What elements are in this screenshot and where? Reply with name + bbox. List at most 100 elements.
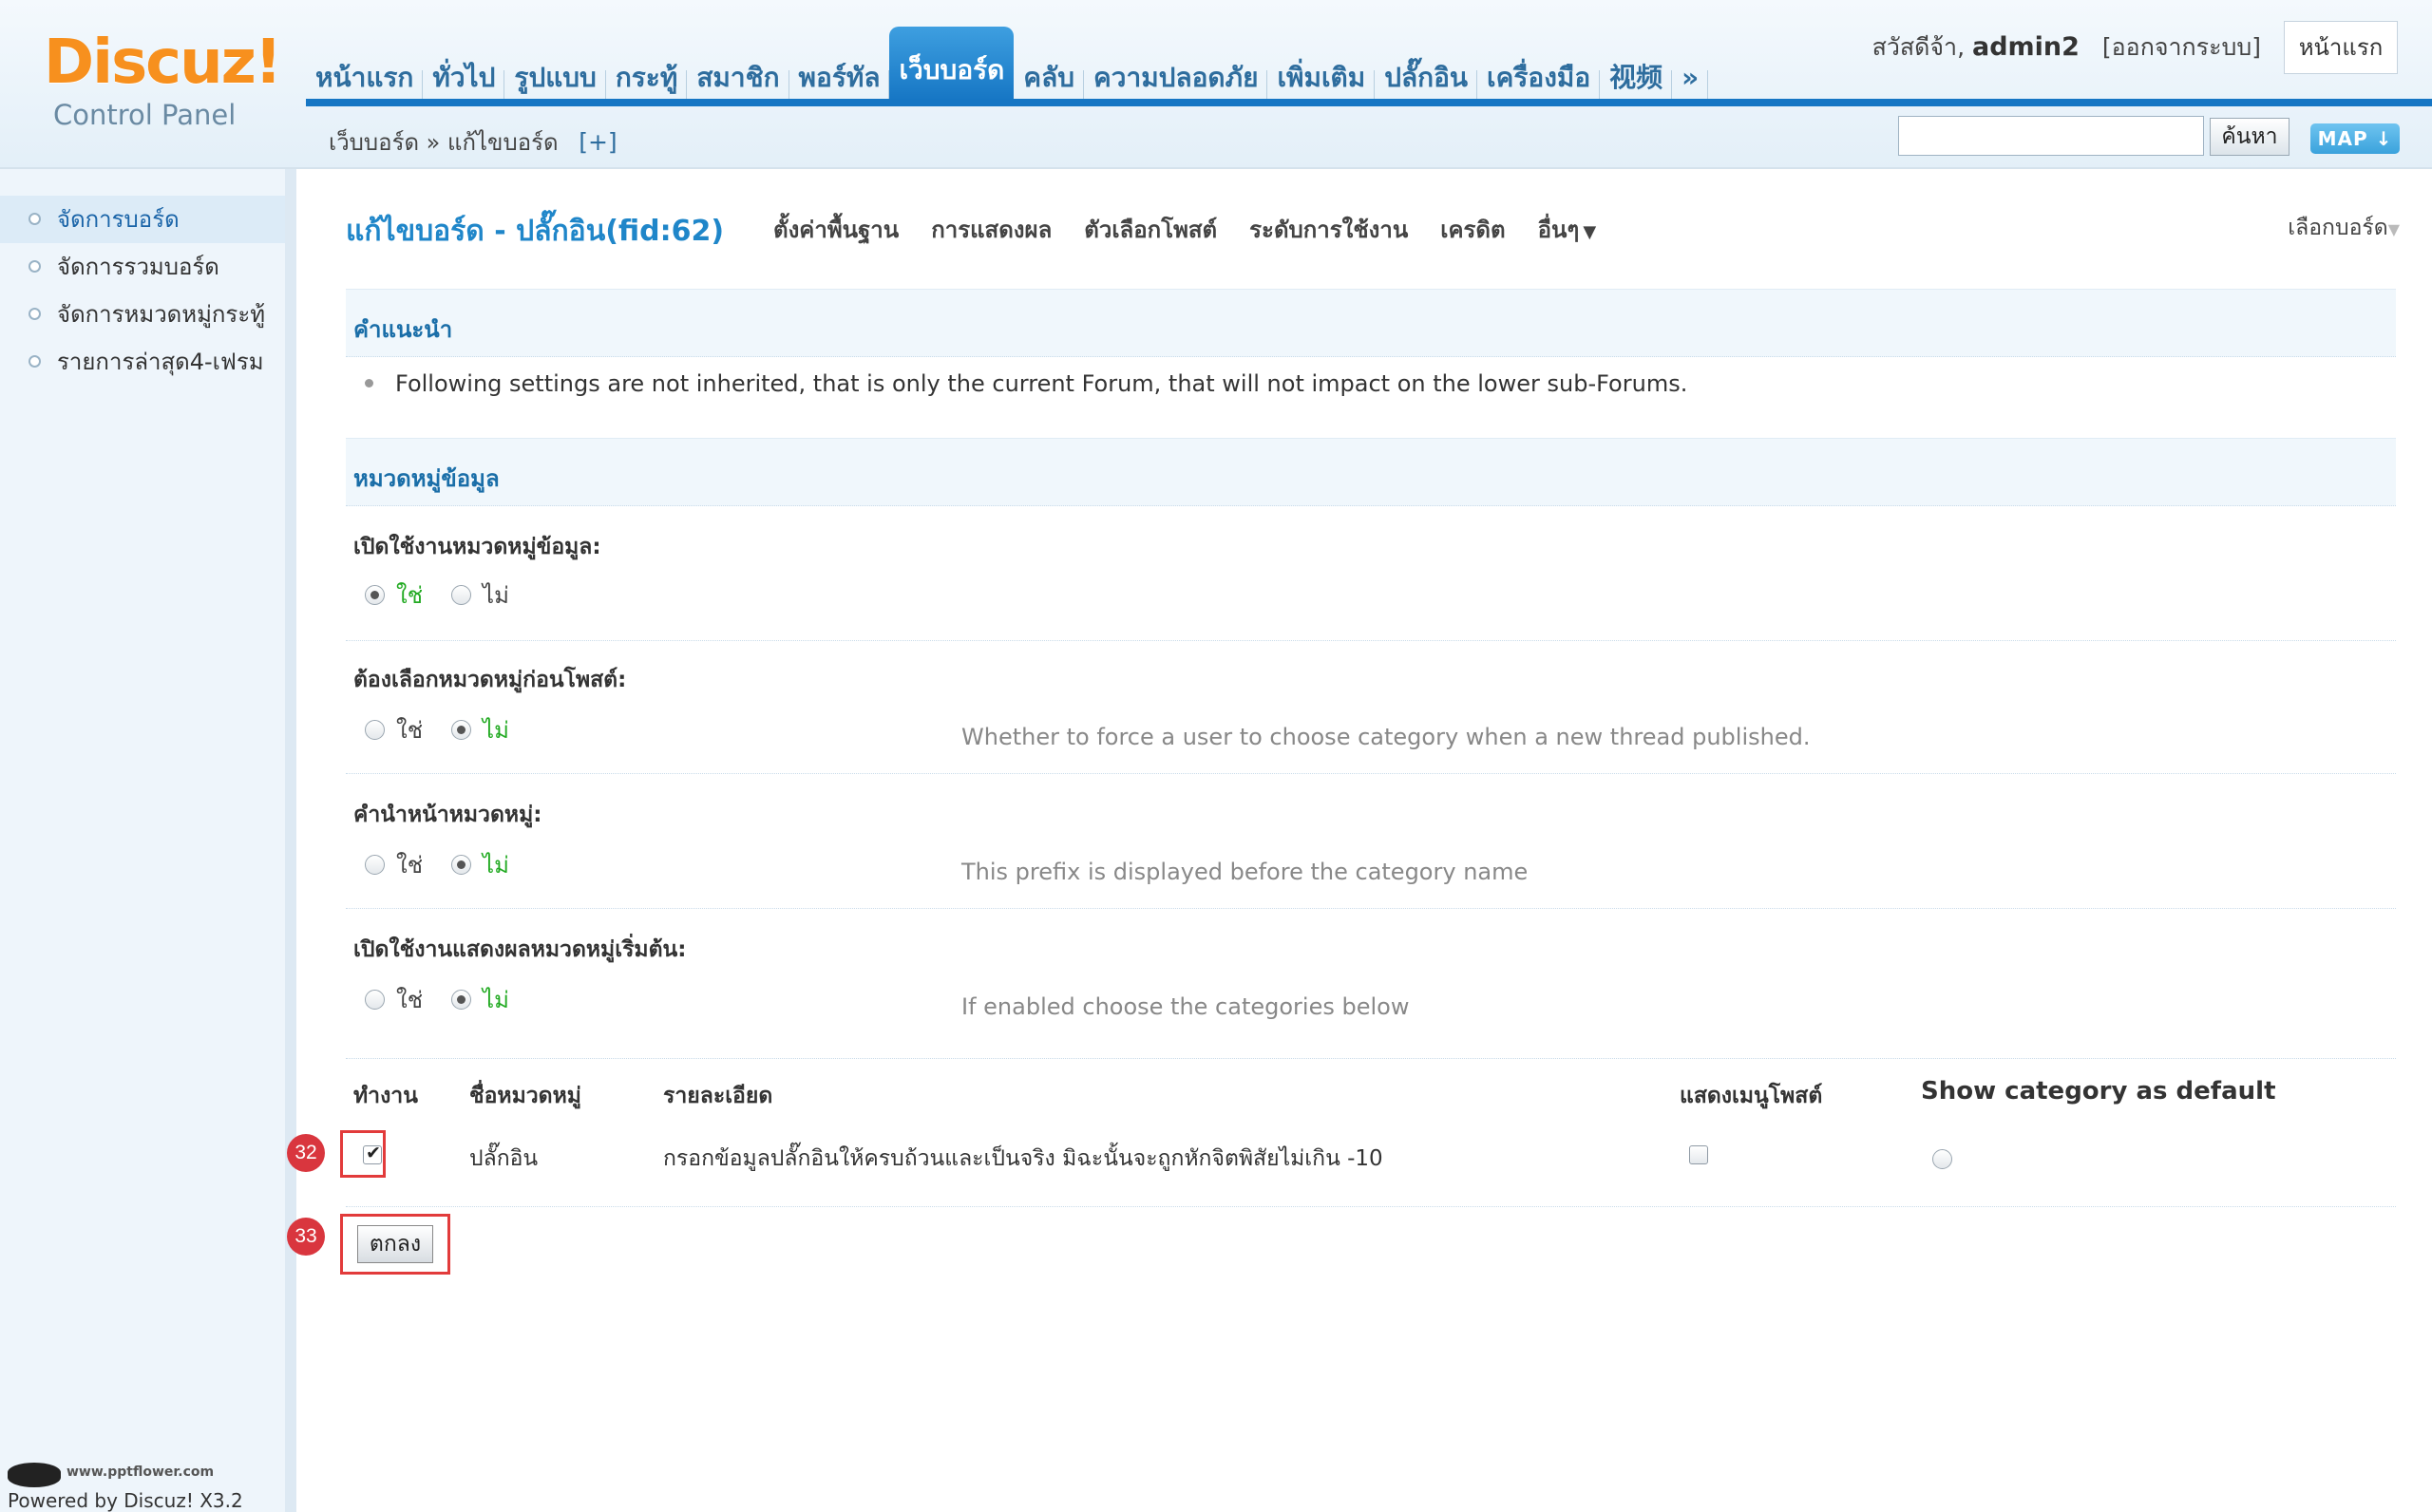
nav-item-members[interactable]: สมาชิก [687, 38, 789, 101]
radio-group-force-category: ใช่ ไม่ [365, 712, 538, 747]
tab-credits[interactable]: เครดิต [1440, 211, 1505, 248]
radio-group-default-category: ใช่ ไม่ [365, 982, 538, 1016]
radio-yes[interactable] [365, 584, 385, 605]
annotation-badge-33: 33 [287, 1218, 325, 1256]
watermark-text: www.pptflower.com [66, 1465, 215, 1480]
tab-permissions[interactable]: ระดับการใช้งาน [1249, 211, 1408, 248]
radio-yes[interactable] [365, 989, 385, 1010]
sidebar: จัดการบอร์ด จัดการรวมบอร์ด จัดการหมวดหมู… [0, 169, 296, 1512]
default-category-radio[interactable] [1932, 1149, 1952, 1169]
tab-post-options[interactable]: ตัวเลือกโพสต์ [1084, 211, 1217, 248]
radio-no[interactable] [451, 719, 472, 740]
radio-no-label: ไม่ [483, 851, 509, 879]
nav-item-forum[interactable]: เว็บบอร์ด [889, 27, 1015, 101]
caret-down-icon: ▼ [1583, 222, 1597, 242]
search-input[interactable] [1898, 116, 2204, 156]
row-divider [346, 640, 2396, 641]
home-button[interactable]: หน้าแรก [2284, 21, 2398, 74]
nav-item-home[interactable]: หน้าแรก [306, 38, 424, 101]
nav-more-icon[interactable]: » [1672, 38, 1709, 101]
map-button[interactable]: MAP ↓ [2310, 123, 2400, 154]
nav-item-video[interactable]: 视频 [1600, 38, 1673, 101]
radio-no[interactable] [451, 989, 472, 1010]
setting-label-force-category: ต้องเลือกหมวดหมู่ก่อนโพสต์: [353, 668, 627, 692]
sidebar-item-manage-forums[interactable]: จัดการบอร์ด [0, 196, 285, 243]
tab-basic-settings[interactable]: ตั้งค่าพื้นฐาน [773, 211, 899, 248]
header: Discuz! Control Panel หน้าแรก ทั่วไป รูป… [0, 0, 2432, 169]
select-forum-dropdown[interactable]: เลือกบอร์ด▼ [2288, 211, 2400, 245]
section-title: หมวดหมู่ข้อมูล [353, 465, 500, 492]
tips-item: Following settings are not inherited, th… [346, 363, 2396, 416]
nav-item-security[interactable]: ความปลอดภัย [1084, 38, 1268, 101]
nav-item-general[interactable]: ทั่วไป [423, 38, 505, 101]
sidebar-menu: จัดการบอร์ด จัดการรวมบอร์ด จัดการหมวดหมู… [0, 196, 285, 386]
radio-yes-label: ใช่ [396, 716, 424, 744]
radio-no[interactable] [451, 854, 472, 875]
logo-sub-text: Control Panel [53, 99, 237, 131]
col-header-detail: รายละเอียด [663, 1084, 773, 1108]
category-name: ปลั๊กอิน [469, 1146, 539, 1171]
sidebar-item-label: รายการล่าสุด4-เฟรม [57, 349, 264, 375]
add-shortcut-link[interactable]: [+] [579, 128, 617, 156]
circle-bullet-icon [28, 308, 41, 320]
sidebar-item-thread-categories[interactable]: จัดการหมวดหมู่กระทู้ [0, 291, 285, 338]
radio-group-enable-category: ใช่ ไม่ [365, 577, 538, 612]
row-divider [346, 1058, 2396, 1059]
watermark: www.pptflower.com [8, 1463, 214, 1489]
radio-yes-label: ใช่ [396, 986, 424, 1013]
annotation-box-submit [340, 1214, 450, 1275]
nav-item-portal[interactable]: พอร์ทัล [789, 38, 890, 101]
col-header-show-menu: แสดงเมนูโพสต์ [1680, 1084, 1823, 1108]
nav-item-style[interactable]: รูปแบบ [504, 38, 607, 101]
logout-link[interactable]: [ออกจากระบบ] [2102, 33, 2261, 61]
radio-no-label: ไม่ [483, 581, 509, 609]
tips-text: Following settings are not inherited, th… [395, 370, 1688, 397]
radio-yes[interactable] [365, 719, 385, 740]
nav-item-club[interactable]: คลับ [1014, 38, 1084, 101]
sidebar-item-latest-frames[interactable]: รายการล่าสุด4-เฟรม [0, 338, 285, 386]
col-header-default: Show category as default [1921, 1077, 2276, 1106]
sidebar-item-label: จัดการหมวดหมู่กระทู้ [57, 301, 266, 328]
tab-other[interactable]: อื่นๆ ▼ [1538, 211, 1597, 248]
logo-main-text: Discuz! [44, 28, 282, 98]
nav-item-threads[interactable]: กระทู้ [606, 38, 688, 101]
breadcrumb: เว็บบอร์ด » แก้ไขบอร์ด [+] [329, 123, 618, 161]
caret-down-icon: ▼ [2387, 220, 2400, 238]
breadcrumb-path: เว็บบอร์ด » แก้ไขบอร์ด [329, 129, 559, 156]
main-content: แก้ไขบอร์ด - ปลั๊กอิน(fid:62) ตั้งค่าพื้… [287, 169, 2432, 1512]
show-menu-checkbox[interactable] [1689, 1145, 1708, 1164]
bullet-icon [365, 379, 373, 387]
nav-underline [306, 99, 2432, 106]
circle-bullet-icon [28, 355, 41, 368]
radio-yes[interactable] [365, 854, 385, 875]
setting-help-force-category: Whether to force a user to choose catego… [961, 724, 1811, 750]
nav-item-tools[interactable]: เครื่องมือ [1477, 38, 1601, 101]
sidebar-item-merge-forums[interactable]: จัดการรวมบอร์ด [0, 243, 285, 291]
select-forum-label: เลือกบอร์ด [2288, 216, 2388, 240]
user-area: สวัสดีจ้า, admin2 [ออกจากระบบ] [1872, 28, 2261, 66]
setting-help-default-category: If enabled choose the categories below [961, 993, 1410, 1020]
category-section-header: หมวดหมู่ข้อมูล [346, 438, 2396, 506]
circle-bullet-icon [28, 260, 41, 273]
annotation-badge-32: 32 [287, 1134, 325, 1172]
search-button[interactable]: ค้นหา [2210, 118, 2290, 156]
nav-item-plugins[interactable]: ปลั๊กอิน [1375, 38, 1477, 101]
powered-by-text: Powered by Discuz! X3.2 [8, 1489, 243, 1512]
greeting-text: สวัสดีจ้า, [1872, 33, 1966, 61]
discuz-logo[interactable]: Discuz! Control Panel [44, 28, 282, 137]
radio-no[interactable] [451, 584, 472, 605]
tab-display[interactable]: การแสดงผล [931, 211, 1052, 248]
nav-item-extra[interactable]: เพิ่มเติม [1267, 38, 1375, 101]
username: admin2 [1972, 32, 2080, 62]
col-header-enabled: ทำงาน [353, 1084, 418, 1108]
radio-yes-label: ใช่ [396, 851, 424, 879]
tab-other-label: อื่นๆ [1537, 217, 1580, 243]
radio-no-label: ไม่ [483, 986, 509, 1013]
radio-group-category-prefix: ใช่ ไม่ [365, 847, 538, 881]
setting-help-category-prefix: This prefix is displayed before the cate… [961, 859, 1529, 885]
page-title: แก้ไขบอร์ด - ปลั๊กอิน(fid:62) [346, 215, 725, 248]
tips-title: คำแนะนำ [353, 316, 453, 343]
sidebar-item-label: จัดการรวมบอร์ด [57, 254, 219, 280]
row-divider [346, 773, 2396, 774]
watermark-logo-icon [8, 1463, 61, 1487]
